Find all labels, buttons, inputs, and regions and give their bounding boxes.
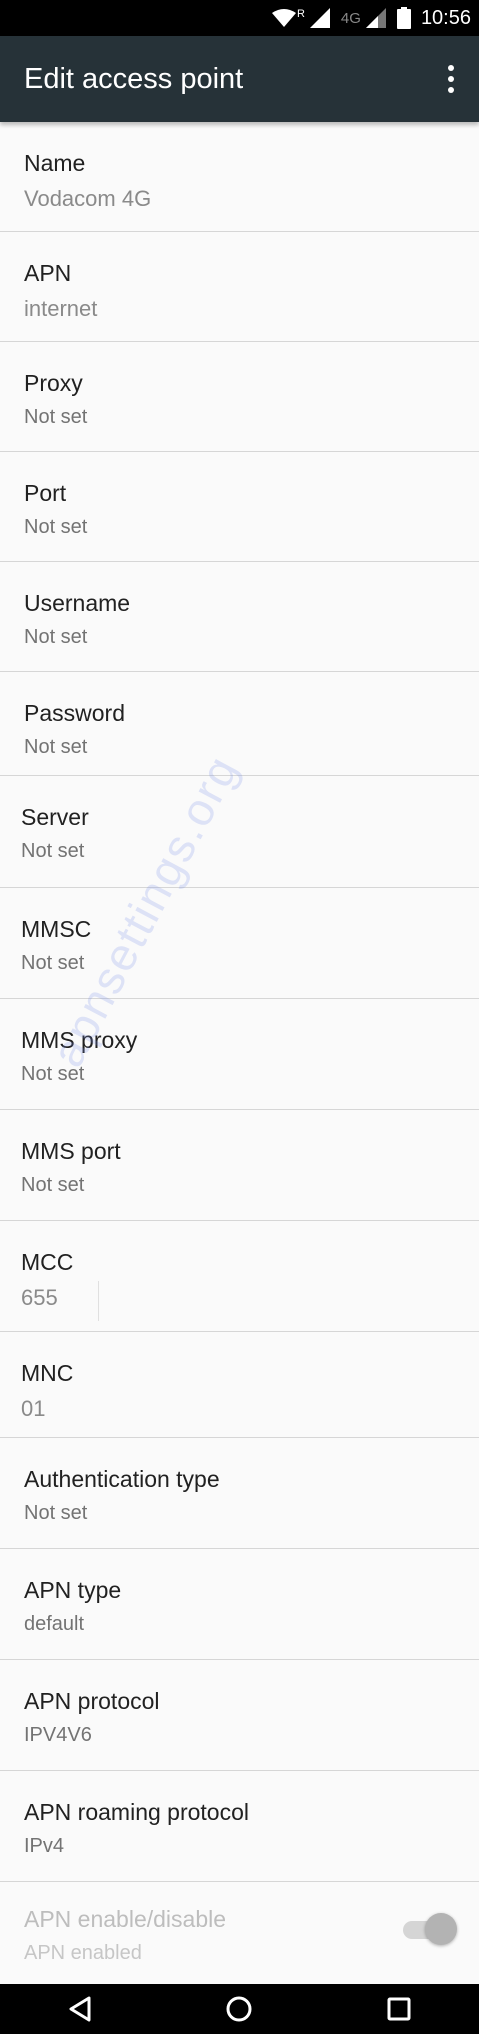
field-value: Not set [21, 1174, 85, 1196]
field-value: Not set [24, 626, 88, 648]
signal-2-icon [365, 8, 386, 28]
field-name[interactable]: Name Vodacom 4G [0, 122, 479, 232]
field-label: Password [24, 700, 125, 726]
back-icon[interactable] [65, 1994, 95, 2024]
field-mms-port[interactable]: MMS port Not set [0, 1110, 479, 1221]
field-value: 01 [21, 1396, 46, 1421]
field-value: Not set [21, 840, 85, 862]
navigation-bar [0, 1984, 479, 2034]
field-apn-roaming-protocol[interactable]: APN roaming protocol IPv4 [0, 1771, 479, 1882]
field-label: MMS port [21, 1138, 121, 1164]
apn-enable-toggle[interactable] [403, 1912, 459, 1946]
field-port[interactable]: Port Not set [0, 452, 479, 562]
field-password[interactable]: Password Not set [0, 672, 479, 776]
field-value: Not set [21, 952, 85, 974]
text-cursor [98, 1281, 99, 1321]
field-value: Not set [24, 406, 88, 428]
field-value: Not set [24, 516, 88, 538]
field-value: default [24, 1613, 85, 1635]
field-mcc[interactable]: MCC 655 [0, 1221, 479, 1332]
wifi-icon [271, 9, 296, 27]
field-mnc[interactable]: MNC 01 [0, 1332, 479, 1438]
field-label: APN enable/disable [24, 1906, 227, 1932]
overflow-menu-icon[interactable] [427, 49, 475, 109]
field-label: MNC [21, 1360, 74, 1386]
field-username[interactable]: Username Not set [0, 562, 479, 672]
field-label: Username [24, 590, 131, 616]
field-label: Proxy [24, 370, 83, 396]
home-icon[interactable] [224, 1994, 254, 2024]
field-value: 655 [21, 1285, 58, 1310]
field-label: APN roaming protocol [24, 1799, 249, 1825]
roaming-indicator: R [296, 8, 305, 20]
page-title: Edit access point [24, 62, 244, 95]
field-apn[interactable]: APN internet [0, 232, 479, 342]
field-label: APN type [24, 1577, 122, 1603]
field-label: MMSC [21, 916, 92, 942]
field-apn-type[interactable]: APN type default [0, 1549, 479, 1660]
field-value: internet [24, 296, 98, 321]
field-value: Vodacom 4G [24, 186, 152, 211]
field-label: APN protocol [24, 1688, 160, 1714]
field-label: Port [24, 480, 67, 506]
field-apn-protocol[interactable]: APN protocol IPV4V6 [0, 1660, 479, 1771]
field-value: IPv4 [24, 1835, 65, 1857]
signal-icon [309, 8, 330, 28]
field-proxy[interactable]: Proxy Not set [0, 342, 479, 452]
field-value: APN enabled [24, 1942, 142, 1964]
status-bar: R 4G 10:56 [0, 0, 479, 36]
field-authentication-type[interactable]: Authentication type Not set [0, 1438, 479, 1549]
field-label: Name [24, 150, 86, 176]
app-bar: Edit access point [0, 36, 479, 122]
field-label: APN [24, 260, 72, 286]
clock: 10:56 [420, 6, 471, 29]
field-label: Server [21, 804, 89, 830]
field-value: Not set [24, 736, 88, 758]
field-label: MCC [21, 1249, 74, 1275]
field-server[interactable]: Server Not set [0, 776, 479, 888]
battery-icon [396, 7, 411, 29]
field-label: Authentication type [24, 1466, 220, 1492]
field-apn-enable: APN enable/disable APN enabled [0, 1882, 479, 1972]
recents-icon[interactable] [384, 1994, 414, 2024]
network-type: 4G [340, 9, 361, 27]
field-value: Not set [24, 1502, 88, 1524]
field-value: IPV4V6 [24, 1724, 92, 1746]
field-mmsc[interactable]: MMSC Not set [0, 888, 479, 999]
